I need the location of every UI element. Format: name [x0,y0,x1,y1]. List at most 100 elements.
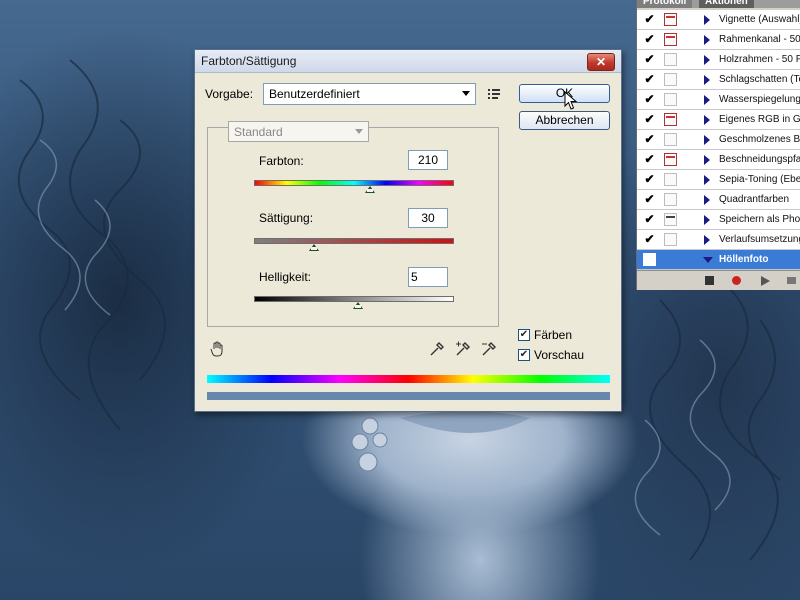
action-row[interactable]: ✔ Geschmolzenes Ble [637,130,800,150]
cancel-button[interactable]: Abbrechen [519,111,610,130]
expand-right-icon[interactable] [704,175,710,185]
action-row[interactable]: ✔ Sepia-Toning (Ebe [637,170,800,190]
action-set-label: Höllenfoto [719,254,769,265]
check-icon[interactable]: ✔ [643,13,656,26]
lightness-input[interactable]: 5 [408,267,448,287]
action-row[interactable]: ✔ Vignette (Auswahl) [637,10,800,30]
action-label: Sepia-Toning (Ebe [719,174,800,185]
hue-label: Farbton: [259,154,304,168]
expand-right-icon[interactable] [704,235,710,245]
folder-icon[interactable] [787,277,796,284]
preset-select[interactable]: Benutzerdefiniert [263,83,476,105]
action-row[interactable]: ✔ Speichern als Phot [637,210,800,230]
expand-right-icon[interactable] [704,95,710,105]
eyedropper-plus-icon[interactable] [454,340,472,358]
action-label: Speichern als Phot [719,214,800,225]
expand-right-icon[interactable] [704,215,710,225]
check-icon[interactable]: ✔ [643,193,656,206]
chevron-down-icon [462,91,470,96]
check-icon[interactable]: ✔ [643,113,656,126]
chevron-down-icon [355,129,363,134]
record-icon[interactable] [732,276,741,285]
toggle-checkbox[interactable] [643,253,656,266]
dialog-toggle-icon[interactable] [664,113,677,126]
expand-right-icon[interactable] [704,155,710,165]
action-label: Eigenes RGB in Gra [719,114,800,125]
channel-select[interactable]: Standard [228,121,369,142]
dialog-toggle-icon[interactable] [664,213,677,226]
expand-right-icon[interactable] [704,75,710,85]
expand-right-icon[interactable] [704,135,710,145]
dialog-toggle-icon[interactable] [664,153,677,166]
action-row[interactable]: ✔ Schlagschatten (Te [637,70,800,90]
expand-right-icon[interactable] [704,35,710,45]
action-row[interactable]: ✔ Rahmenkanal - 50 P [637,30,800,50]
preset-options-icon[interactable] [486,85,504,103]
check-icon[interactable]: ✔ [643,133,656,146]
dialog-toggle-icon[interactable] [664,193,677,206]
action-label: Schlagschatten (Te [719,74,800,85]
expand-right-icon[interactable] [704,55,710,65]
stop-icon[interactable] [705,276,714,285]
saturation-slider-track[interactable] [254,238,454,244]
action-row[interactable]: ✔ Beschneidungspfad [637,150,800,170]
check-icon[interactable]: ✔ [643,53,656,66]
actions-panel: Protokoll Aktionen ✔ Vignette (Auswahl) ✔ R… [636,0,800,290]
eyedropper-icon[interactable] [428,340,446,358]
input-color-spectrum [207,375,610,383]
colorize-checkbox[interactable]: ✔ [518,329,530,341]
dialog-toggle-icon[interactable] [664,73,677,86]
channel-value: Standard [234,125,283,139]
dialog-toggle-icon[interactable] [664,233,677,246]
preview-checkbox[interactable]: ✔ [518,349,530,361]
expand-right-icon[interactable] [704,115,710,125]
hue-input[interactable]: 210 [408,150,448,170]
action-row[interactable]: ✔ Wasserspiegelung [637,90,800,110]
dialog-toggle-icon[interactable] [664,53,677,66]
action-row[interactable]: ✔ Verlaufsumsetzung [637,230,800,250]
hand-tool-icon[interactable] [209,340,227,358]
hue-slider-track[interactable] [254,180,454,186]
action-label: Wasserspiegelung [719,94,800,105]
check-icon[interactable]: ✔ [643,93,656,106]
tab-protokoll[interactable]: Protokoll [637,0,693,8]
expand-right-icon[interactable] [704,15,710,25]
check-icon[interactable]: ✔ [643,153,656,166]
expand-down-icon[interactable] [703,257,713,263]
action-label: Geschmolzenes Ble [719,134,800,145]
hue-saturation-dialog: Farbton/Sättigung ✕ Vorgabe: Benutzerdef… [194,49,622,412]
close-button[interactable]: ✕ [587,53,615,71]
dialog-toggle-icon[interactable] [664,173,677,186]
dialog-toggle-icon[interactable] [664,13,677,26]
check-icon[interactable]: ✔ [643,73,656,86]
check-icon[interactable]: ✔ [643,213,656,226]
check-icon[interactable]: ✔ [643,173,656,186]
colorize-label: Färben [534,328,573,342]
expand-right-icon[interactable] [704,195,710,205]
saturation-input[interactable]: 30 [408,208,448,228]
cursor-pointer-icon [564,91,578,110]
preset-value: Benutzerdefiniert [269,87,360,101]
eyedropper-minus-icon[interactable] [480,340,498,358]
action-row[interactable]: ✔ Eigenes RGB in Gra [637,110,800,130]
panel-tabs: Protokoll Aktionen [637,0,800,8]
action-row[interactable]: ✔ Holzrahmen - 50 Pi [637,50,800,70]
check-icon[interactable]: ✔ [643,233,656,246]
saturation-label: Sättigung: [259,211,314,225]
check-icon[interactable]: ✔ [643,33,656,46]
dialog-toggle-icon[interactable] [664,33,677,46]
dialog-toggle-icon[interactable] [664,93,677,106]
action-row[interactable]: ✔ Quadrantfarben [637,190,800,210]
action-label: Holzrahmen - 50 Pi [719,54,800,65]
tab-aktionen[interactable]: Aktionen [699,0,754,8]
preview-label: Vorschau [534,348,585,362]
action-set-hoellenfoto[interactable]: Höllenfoto [637,250,800,270]
output-color-spectrum [207,392,610,400]
play-icon[interactable] [761,276,770,286]
dialog-titlebar[interactable]: Farbton/Sättigung ✕ [195,50,621,73]
action-label: Vignette (Auswahl) [719,14,800,25]
action-label: Rahmenkanal - 50 P [719,34,800,45]
panel-footer [637,270,800,290]
dialog-title: Farbton/Sättigung [201,54,297,68]
dialog-toggle-icon[interactable] [664,133,677,146]
